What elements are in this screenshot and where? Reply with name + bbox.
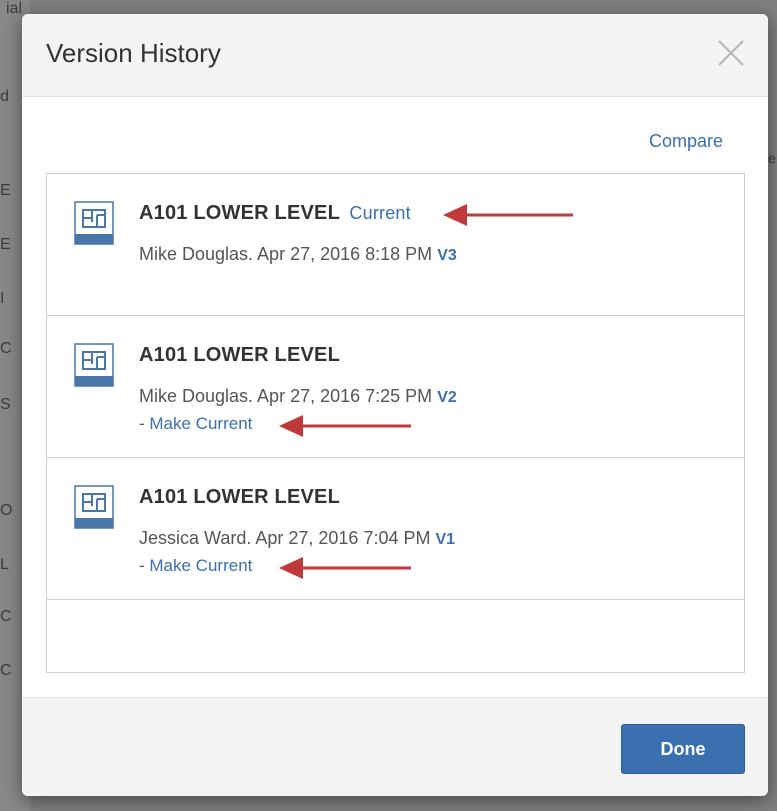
compare-link[interactable]: Compare xyxy=(649,131,723,152)
version-title: A101 LOWER LEVEL xyxy=(139,344,340,367)
annotation-arrow xyxy=(443,204,573,226)
make-current-row: - Make Current xyxy=(139,414,252,434)
dialog-body: Compare A101 LOWER LEVEL Current Mike Do… xyxy=(22,97,768,697)
version-title-text: A101 LOWER LEVEL xyxy=(139,344,341,366)
background-text-fragment: C xyxy=(0,662,12,679)
drawing-file-icon xyxy=(74,343,114,387)
background-text-fragment: O xyxy=(0,502,13,519)
background-text-fragment: E xyxy=(0,182,11,199)
version-author-date: Mike Douglas. Apr 27, 2016 8:18 PM xyxy=(139,244,433,264)
version-number-link[interactable]: V2 xyxy=(437,389,457,406)
done-button[interactable]: Done xyxy=(621,724,745,774)
make-current-link[interactable]: Make Current xyxy=(149,556,252,575)
version-item[interactable]: A101 LOWER LEVEL Jessica Ward. Apr 27, 2… xyxy=(47,458,744,600)
background-text-fragment: C xyxy=(0,340,12,357)
current-label: Current xyxy=(349,203,411,223)
version-item[interactable]: A101 LOWER LEVEL Current Mike Douglas. A… xyxy=(47,174,744,316)
version-title-text: A101 LOWER LEVEL xyxy=(139,486,341,508)
background-text-fragment: e xyxy=(768,150,776,166)
version-title: A101 LOWER LEVEL xyxy=(139,486,340,509)
background-text-fragment: C xyxy=(0,608,12,625)
version-item[interactable]: A101 LOWER LEVEL Mike Douglas. Apr 27, 2… xyxy=(47,316,744,458)
annotation-arrow xyxy=(279,415,411,437)
background-top-text: ial xyxy=(6,0,23,17)
background-text-fragment: L xyxy=(0,556,9,573)
version-meta: Jessica Ward. Apr 27, 2016 7:04 PM V1 xyxy=(139,528,455,549)
version-author-date: Jessica Ward. Apr 27, 2016 7:04 PM xyxy=(139,528,431,548)
background-text-fragment: E xyxy=(0,236,11,253)
background-text-fragment: d xyxy=(0,88,9,105)
make-current-prefix: - xyxy=(139,414,150,433)
version-meta: Mike Douglas. Apr 27, 2016 7:25 PM V2 xyxy=(139,386,457,407)
make-current-row: - Make Current xyxy=(139,556,252,576)
background-text-fragment: I xyxy=(0,290,5,307)
annotation-arrow xyxy=(279,557,411,579)
drawing-file-icon xyxy=(74,201,114,245)
version-meta: Mike Douglas. Apr 27, 2016 8:18 PM V3 xyxy=(139,244,457,265)
dialog-header: Version History xyxy=(22,14,768,97)
version-list: A101 LOWER LEVEL Current Mike Douglas. A… xyxy=(46,173,745,673)
make-current-prefix: - xyxy=(139,556,150,575)
version-number-link[interactable]: V3 xyxy=(437,247,457,264)
version-number-link[interactable]: V1 xyxy=(436,531,456,548)
version-title: A101 LOWER LEVEL Current xyxy=(139,202,411,225)
version-title-text: A101 LOWER LEVEL xyxy=(139,202,340,224)
close-icon xyxy=(718,40,744,66)
background-text-fragment: S xyxy=(0,396,11,413)
close-button[interactable] xyxy=(716,38,746,68)
version-author-date: Mike Douglas. Apr 27, 2016 7:25 PM xyxy=(139,386,433,406)
drawing-file-icon xyxy=(74,485,114,529)
make-current-link[interactable]: Make Current xyxy=(149,414,252,433)
dialog-footer: Done xyxy=(22,697,768,796)
version-history-dialog: Version History Compare A101 LOWER LEVEL… xyxy=(22,14,768,796)
dialog-title: Version History xyxy=(46,38,221,68)
